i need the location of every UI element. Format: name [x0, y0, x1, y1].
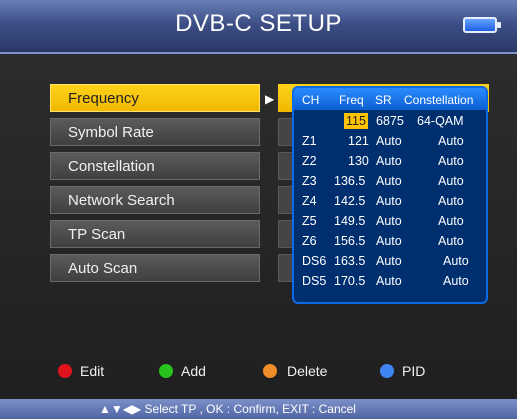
cell-constellation: Auto: [438, 174, 464, 188]
edit-label: Edit: [80, 363, 105, 379]
cell-sr: Auto: [376, 274, 402, 288]
header-sr: SR: [375, 93, 392, 107]
cell-freq: 163.5: [334, 254, 366, 268]
menu-item-auto-scan[interactable]: Auto Scan: [50, 254, 260, 282]
cell-sr: 6875: [376, 114, 404, 128]
pid-label: PID: [402, 363, 426, 379]
header-freq: Freq: [339, 93, 364, 107]
menu-item-network-search[interactable]: Network Search: [50, 186, 260, 214]
cell-sr: Auto: [376, 154, 402, 168]
table-row[interactable]: Z2 130 Auto Auto: [294, 151, 486, 171]
menu-item-frequency[interactable]: Frequency: [50, 84, 260, 112]
cell-constellation: Auto: [443, 254, 469, 268]
cell-constellation: Auto: [438, 154, 464, 168]
cell-ch: DS5: [302, 274, 327, 288]
cell-freq: 142.5: [334, 194, 366, 208]
cell-ch: Z6: [302, 234, 317, 248]
menu-item-tp-scan[interactable]: TP Scan: [50, 220, 260, 248]
cell-constellation: Auto: [438, 234, 464, 248]
cell-constellation: Auto: [438, 214, 464, 228]
cell-constellation: Auto: [438, 134, 464, 148]
cell-constellation: Auto: [443, 274, 469, 288]
battery-icon: [463, 17, 501, 33]
table-row[interactable]: 115 6875 64-QAM: [294, 111, 486, 131]
color-key-legend: Edit Add Delete PID: [0, 357, 517, 387]
table-row[interactable]: Z5 149.5 Auto Auto: [294, 211, 486, 231]
orange-button-icon: [263, 364, 277, 378]
green-button-icon: [159, 364, 173, 378]
table-row[interactable]: Z3 136.5 Auto Auto: [294, 171, 486, 191]
cell-ch: Z2: [302, 154, 317, 168]
delete-label: Delete: [287, 363, 328, 379]
cell-constellation: Auto: [438, 194, 464, 208]
cell-freq: 136.5: [334, 174, 366, 188]
header-constellation: Constellation: [404, 93, 474, 107]
cell-sr: Auto: [376, 234, 402, 248]
cell-freq[interactable]: 115: [344, 113, 368, 129]
cell-ch: Z1: [302, 134, 317, 148]
help-text: ▲▼◀▶ Select TP , OK : Confirm, EXIT : Ca…: [99, 402, 356, 416]
page-title: DVB-C SETUP: [175, 10, 342, 37]
table-row[interactable]: Z6 156.5 Auto Auto: [294, 231, 486, 251]
setup-menu: Frequency Symbol Rate Constellation Netw…: [50, 84, 260, 288]
cell-ch: Z3: [302, 174, 317, 188]
table-row[interactable]: Z1 121 Auto Auto: [294, 131, 486, 151]
red-button-icon: [58, 364, 72, 378]
cell-constellation: 64-QAM: [417, 114, 464, 128]
menu-item-symbol-rate[interactable]: Symbol Rate: [50, 118, 260, 146]
cell-freq: 149.5: [334, 214, 366, 228]
cell-freq: 130: [348, 154, 369, 168]
blue-button-icon: [380, 364, 394, 378]
cell-freq: 170.5: [334, 274, 366, 288]
dvbc-setup-screen: DVB-C SETUP Frequency Symbol Rate Conste…: [0, 0, 517, 419]
help-bar: ▲▼◀▶ Select TP , OK : Confirm, EXIT : Ca…: [0, 399, 517, 419]
title-bar: DVB-C SETUP: [0, 0, 517, 54]
tp-list-panel[interactable]: CH Freq SR Constellation 115 6875 64-QAM…: [292, 86, 488, 304]
cell-sr: Auto: [376, 194, 402, 208]
add-label: Add: [181, 363, 206, 379]
cell-freq: 121: [348, 134, 369, 148]
cell-sr: Auto: [376, 254, 402, 268]
cell-sr: Auto: [376, 174, 402, 188]
right-arrow-icon: ▶: [265, 92, 275, 106]
cell-ch: DS6: [302, 254, 327, 268]
cell-ch: Z4: [302, 194, 317, 208]
header-ch: CH: [302, 93, 320, 107]
table-row[interactable]: DS6 163.5 Auto Auto: [294, 251, 486, 271]
cell-ch: Z5: [302, 214, 317, 228]
table-row[interactable]: DS5 170.5 Auto Auto: [294, 271, 486, 291]
menu-item-constellation[interactable]: Constellation: [50, 152, 260, 180]
tp-table-header: CH Freq SR Constellation: [294, 88, 486, 110]
cell-freq: 156.5: [334, 234, 366, 248]
table-row[interactable]: Z4 142.5 Auto Auto: [294, 191, 486, 211]
cell-sr: Auto: [376, 134, 402, 148]
cell-sr: Auto: [376, 214, 402, 228]
